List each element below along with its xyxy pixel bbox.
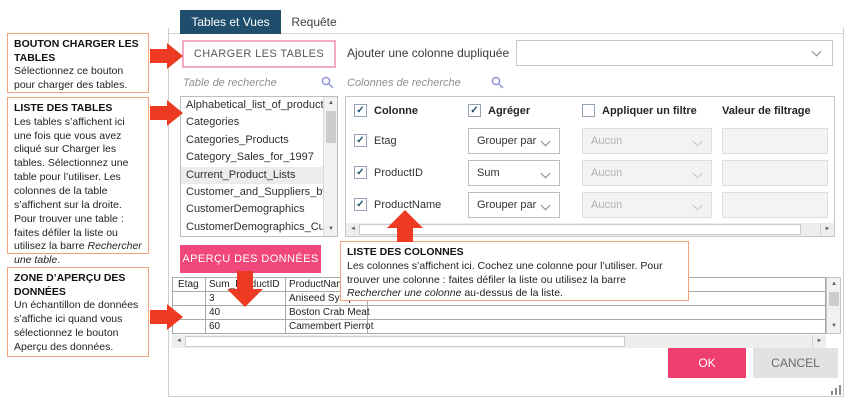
search-icon [491,76,504,89]
callout-title: LISTE DES COLONNES [347,246,682,260]
table-list-item[interactable]: Categories [181,114,324,131]
chevron-down-icon [812,47,822,57]
chevron-down-icon [541,201,551,211]
filter-value-field [722,160,828,186]
callout-liste-colonnes: LISTE DES COLONNES Les colonnes s’affich… [340,241,689,301]
resize-grip-icon[interactable] [831,384,843,395]
table-row: 40 Boston Crab Meat [173,306,825,320]
table-row: 60 Camembert Pierrot [173,320,825,334]
arrow-down-icon [227,289,263,307]
checkbox-checked-icon[interactable]: ✓ [354,198,367,211]
dialog-border-bottom [168,396,844,397]
grid-header-valeur: Valeur de filtrage [722,105,811,117]
filter-dropdown: Aucun [582,192,712,218]
scrollbar-thumb[interactable] [326,111,336,143]
grid-header-colonne: Colonne [374,105,418,117]
scrollbar-thumb[interactable] [185,336,625,347]
arrow-right-icon [150,49,167,63]
duplicated-column-dropdown[interactable] [516,40,833,66]
chevron-down-icon [541,137,551,147]
checkbox-checked-icon[interactable]: ✓ [354,134,367,147]
scroll-left-icon[interactable]: ◄ [172,335,186,348]
table-list-item[interactable]: Alphabetical_list_of_products [181,97,324,114]
arrow-right-icon [167,43,183,69]
preview-header: Etag [178,278,199,291]
add-duplicated-column-label: Ajouter une colonne dupliquée [347,46,509,60]
arrow-right-icon [150,310,167,324]
dialog-border-right [843,28,844,397]
table-list-item[interactable]: CustomerDemographics_Custor [181,219,324,236]
scroll-right-icon[interactable]: ► [812,335,826,348]
arrow-right-icon [150,106,167,120]
callout-body: Les tables s’affichent ici une fois que … [14,116,142,268]
scroll-left-icon[interactable]: ◄ [346,223,360,236]
cancel-button[interactable]: CANCEL [753,348,838,378]
scrollbar-thumb[interactable] [829,292,839,306]
callout-zone-apercu: ZONE D’APERÇU DES DONNÉES Un échantillon… [7,267,149,357]
filter-value-field [722,192,828,218]
preview-data-button[interactable]: APERÇU DES DONNÉES [180,245,321,273]
table-search-input[interactable]: Table de recherche [183,77,277,89]
filter-dropdown: Aucun [582,160,712,186]
checkbox-checked-icon[interactable]: ✓ [354,104,367,117]
scroll-down-icon[interactable]: ▼ [827,320,841,333]
callout-body: Les colonnes s’affichent ici. Cochez une… [347,260,682,302]
aggregate-dropdown[interactable]: Grouper par [468,128,560,154]
filter-dropdown: Aucun [582,128,712,154]
arrow-down-icon [237,271,253,289]
callout-title: ZONE D’APERÇU DES DONNÉES [14,272,142,299]
filter-value-field [722,128,828,154]
callout-body: Un échantillon de données s’affiche ici … [14,299,142,354]
chevron-down-icon [693,169,703,179]
aggregate-dropdown[interactable]: Grouper par [468,192,560,218]
preview-horizontal-scrollbar[interactable]: ◄ ► [172,335,826,348]
table-list-item[interactable]: Category_Sales_for_1997 [181,149,324,166]
scroll-up-icon[interactable]: ▲ [324,97,338,110]
table-list-item[interactable]: CustomerDemographics [181,201,324,218]
arrow-right-icon [167,100,183,126]
dialog-border-left [168,28,169,397]
arrow-up-icon [387,210,423,228]
tab-requete[interactable]: Requête [283,10,345,34]
grid-header-agreger: Agréger [488,105,530,117]
checkbox-unchecked-icon[interactable] [582,104,595,117]
checkbox-checked-icon[interactable]: ✓ [354,166,367,179]
scroll-up-icon[interactable]: ▲ [827,278,841,291]
scroll-down-icon[interactable]: ▼ [324,223,338,236]
preview-vertical-scrollbar[interactable]: ▲ ▼ [826,277,841,334]
table-list-item-selected[interactable]: Current_Product_Lists [181,167,324,184]
callout-body: Sélectionnez ce bouton pour charger des … [14,65,142,93]
tab-tables-et-vues[interactable]: Tables et Vues [180,10,281,34]
table-list-item[interactable]: Customer_and_Suppliers_by_Cit [181,184,324,201]
chevron-down-icon [693,201,703,211]
callout-bouton-charger: BOUTON CHARGER LES TABLES Sélectionnez c… [7,33,149,93]
ok-button[interactable]: OK [668,348,746,378]
column-search-input[interactable]: Colonnes de recherche [347,77,461,89]
load-tables-button[interactable]: CHARGER LES TABLES [182,40,336,68]
callout-title: BOUTON CHARGER LES TABLES [14,38,142,65]
arrow-up-icon [397,228,413,242]
callout-liste-tables: LISTE DES TABLES Les tables s’affichent … [7,97,149,254]
scrollbar-thumb[interactable] [359,224,801,235]
tables-list: Alphabetical_list_of_products Categories… [180,96,338,237]
tables-list-scrollbar[interactable]: ▲ ▼ [323,97,337,236]
callout-title: LISTE DES TABLES [14,102,142,116]
checkbox-checked-icon[interactable]: ✓ [468,104,481,117]
screenshot-canvas: Tables et Vues Requête CHARGER LES TABLE… [0,0,849,403]
table-list-item[interactable]: Categories_Products [181,132,324,149]
scroll-right-icon[interactable]: ► [820,223,834,236]
column-name: Etag [374,135,397,147]
search-icon [321,76,334,89]
chevron-down-icon [541,169,551,179]
grid-header-filtre: Appliquer un filtre [602,105,697,117]
aggregate-dropdown[interactable]: Sum [468,160,560,186]
arrow-right-icon [167,304,183,330]
chevron-down-icon [693,137,703,147]
column-name: ProductID [374,167,423,179]
